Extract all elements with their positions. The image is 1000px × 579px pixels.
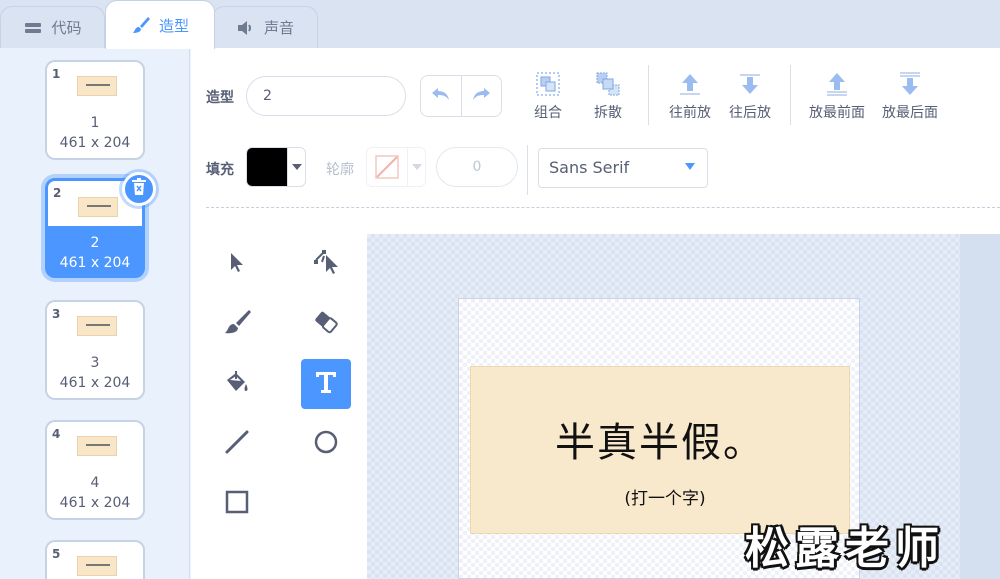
- circle-icon: [313, 429, 339, 459]
- eraser-icon: [311, 307, 341, 341]
- send-to-back-button[interactable]: 放最后面: [874, 70, 946, 122]
- tab-sounds-label: 声音: [263, 19, 294, 37]
- undo-button[interactable]: [421, 76, 462, 116]
- costume-name: 4: [90, 475, 100, 491]
- tab-costumes[interactable]: 造型: [105, 0, 215, 49]
- text-t-icon: [313, 369, 339, 399]
- arrow-down-to-bottom-icon: [896, 70, 924, 97]
- arrow-up-icon: [676, 70, 704, 97]
- redo-icon: [470, 86, 492, 106]
- costume-name: 2: [90, 235, 100, 251]
- outline-label: 轮廓: [326, 162, 354, 178]
- costume-name-input[interactable]: 2: [246, 76, 406, 116]
- caret-down-icon: [685, 163, 695, 170]
- arrow-down-icon: [736, 70, 764, 97]
- costume-size: 461 x 204: [59, 375, 131, 391]
- toolbar-divider: [206, 207, 1000, 208]
- tab-costumes-label: 造型: [158, 16, 189, 35]
- arrow-cursor-icon: [225, 250, 249, 278]
- costume-size: 461 x 204: [59, 495, 131, 511]
- tab-code-label: 代码: [51, 19, 82, 37]
- select-tool[interactable]: [212, 239, 262, 289]
- costume-size: 461 x 204: [59, 135, 131, 151]
- circle-tool[interactable]: [301, 419, 351, 469]
- ungroup-label: 拆散: [594, 105, 622, 121]
- fill-color-swatch: [247, 148, 287, 186]
- costume-thumbnail: [77, 316, 117, 336]
- brush-icon: [131, 15, 151, 35]
- brush-icon: [222, 307, 252, 341]
- riddle-text[interactable]: 半真半假。: [470, 410, 850, 468]
- watermark-text: 松露老师: [745, 523, 945, 574]
- rectangle-tool[interactable]: [212, 479, 262, 529]
- backward-label: 往后放: [729, 105, 771, 121]
- reshape-tool[interactable]: [301, 239, 351, 289]
- code-blocks-icon: [23, 18, 43, 38]
- costume-item-1[interactable]: 1 1 461 x 204: [45, 60, 145, 160]
- no-color-icon: [367, 148, 407, 186]
- arrow-up-to-top-icon: [823, 70, 851, 97]
- group-label: 组合: [534, 105, 562, 121]
- outline-color-picker[interactable]: [366, 147, 426, 187]
- send-to-back-label: 放最后面: [882, 105, 938, 121]
- tab-sounds[interactable]: 声音: [212, 6, 318, 48]
- costume-index: 5: [52, 547, 61, 561]
- costume-index: 3: [52, 307, 61, 321]
- group-icon: [534, 70, 562, 97]
- costume-thumbnail: [77, 76, 117, 96]
- brush-tool[interactable]: [212, 299, 262, 349]
- forward-label: 往前放: [669, 105, 711, 121]
- costume-thumbnail: [78, 197, 118, 217]
- riddle-hint-text[interactable]: (打一个字): [470, 484, 860, 509]
- bring-to-front-button[interactable]: 放最前面: [801, 70, 873, 122]
- speaker-icon: [236, 18, 256, 38]
- costume-thumbnail: [77, 556, 117, 576]
- canvas-scroll-gutter: [960, 234, 1000, 579]
- reshape-cursor-icon: [312, 248, 340, 280]
- line-tool[interactable]: [212, 419, 262, 469]
- costume-index: 1: [52, 67, 61, 81]
- chevron-down-icon: [407, 148, 425, 186]
- text-tool[interactable]: [301, 359, 351, 409]
- costume-thumbnail: [77, 436, 117, 456]
- costume-index: 2: [53, 186, 62, 200]
- costume-item-3[interactable]: 3 3 461 x 204: [45, 300, 145, 400]
- eraser-tool[interactable]: [301, 299, 351, 349]
- costume-name: 1: [90, 115, 100, 131]
- outline-width-input[interactable]: 0: [436, 147, 518, 187]
- rectangle-icon: [224, 489, 250, 519]
- undo-redo-group: [420, 75, 502, 117]
- line-icon: [223, 428, 251, 460]
- bring-to-front-label: 放最前面: [809, 105, 865, 121]
- font-select[interactable]: Sans Serif: [538, 148, 708, 188]
- ungroup-icon: [594, 70, 622, 97]
- costume-item-5[interactable]: 5: [45, 540, 145, 579]
- costume-item-4[interactable]: 4 4 461 x 204: [45, 420, 145, 520]
- backward-button[interactable]: 往后放: [714, 70, 786, 122]
- trash-icon: [131, 178, 147, 200]
- ungroup-button[interactable]: 拆散: [572, 70, 644, 122]
- redo-button[interactable]: [462, 76, 502, 116]
- paint-bucket-icon: [222, 367, 252, 401]
- costume-size: 461 x 204: [59, 255, 131, 271]
- fill-tool[interactable]: [212, 359, 262, 409]
- fill-label: 填充: [206, 162, 234, 178]
- undo-icon: [430, 86, 452, 106]
- costume-name: 3: [90, 355, 100, 371]
- delete-costume-button[interactable]: [122, 172, 156, 206]
- tab-code[interactable]: 代码: [0, 6, 105, 48]
- tab-bar: 代码 造型 声音: [0, 0, 1000, 49]
- costume-name-label: 造型: [206, 90, 234, 106]
- font-select-value: Sans Serif: [549, 158, 630, 177]
- costume-index: 4: [52, 427, 61, 441]
- fill-color-picker[interactable]: [246, 147, 306, 187]
- chevron-down-icon: [287, 148, 305, 186]
